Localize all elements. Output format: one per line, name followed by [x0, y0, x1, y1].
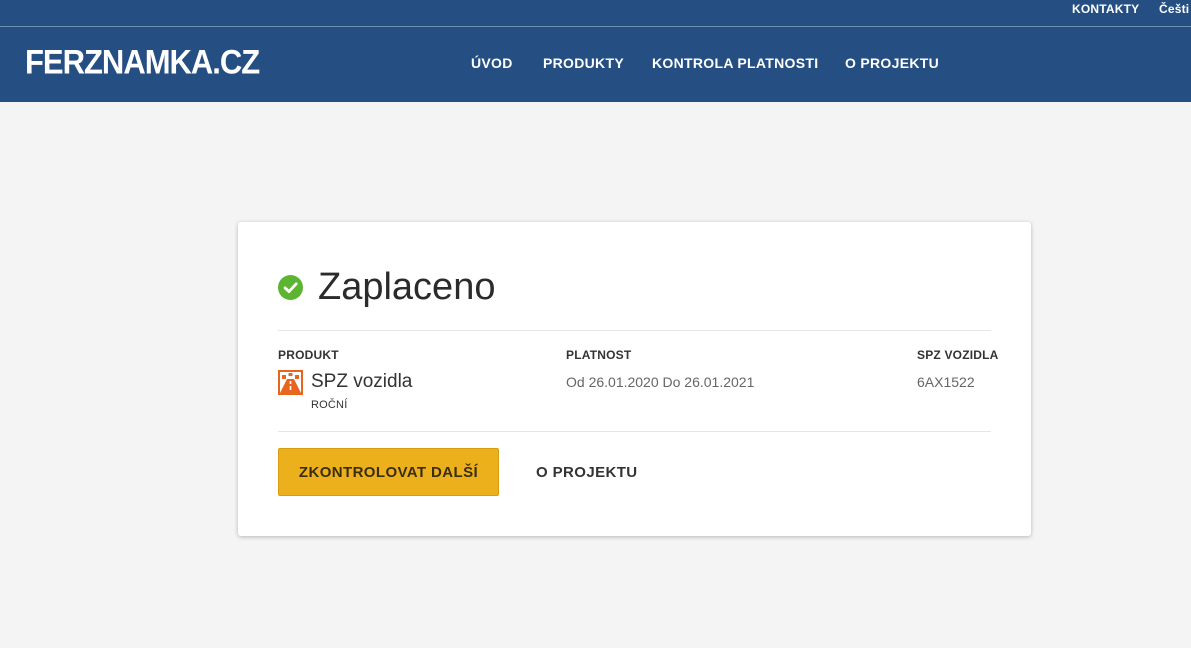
nav-item-kontrola-platnosti[interactable]: KONTROLA PLATNOSTI [652, 55, 818, 72]
product-name: SPZ vozidla [311, 371, 413, 392]
about-project-button[interactable]: O PROJEKTU [522, 448, 652, 496]
nav-item-produkty[interactable]: PRODUKTY [543, 55, 624, 72]
nav-item-o-projektu[interactable]: O PROJEKTU [845, 55, 939, 72]
site-logo[interactable]: FERZNAMKA.CZ [25, 43, 260, 81]
validity-period: Od 26.01.2020 Do 26.01.2021 [566, 374, 755, 390]
divider [278, 330, 991, 331]
top-bar: KONTAKTY Češti [0, 0, 1191, 27]
nav-item-uvod[interactable]: ÚVOD [471, 55, 513, 72]
divider [278, 431, 991, 432]
site-header: KONTAKTY Češti FERZNAMKA.CZ ÚVOD PRODUKT… [0, 0, 1191, 102]
plate-column-label: SPZ VOZIDLA [917, 348, 999, 362]
check-another-button[interactable]: ZKONTROLOVAT DALŠÍ [278, 448, 499, 496]
license-plate-value: 6AX1522 [917, 374, 975, 390]
highway-vignette-icon [278, 370, 303, 395]
validity-result-card: Zaplaceno PRODUKT PLATNOST SPZ VOZIDLA S… [238, 222, 1031, 536]
product-type: ROČNÍ [311, 399, 348, 411]
payment-status-title: Zaplaceno [318, 266, 496, 308]
language-switch[interactable]: Češti [1159, 2, 1189, 16]
product-column-label: PRODUKT [278, 348, 339, 362]
check-circle-icon [278, 275, 303, 300]
validity-column-label: PLATNOST [566, 348, 632, 362]
contacts-link[interactable]: KONTAKTY [1072, 2, 1139, 16]
